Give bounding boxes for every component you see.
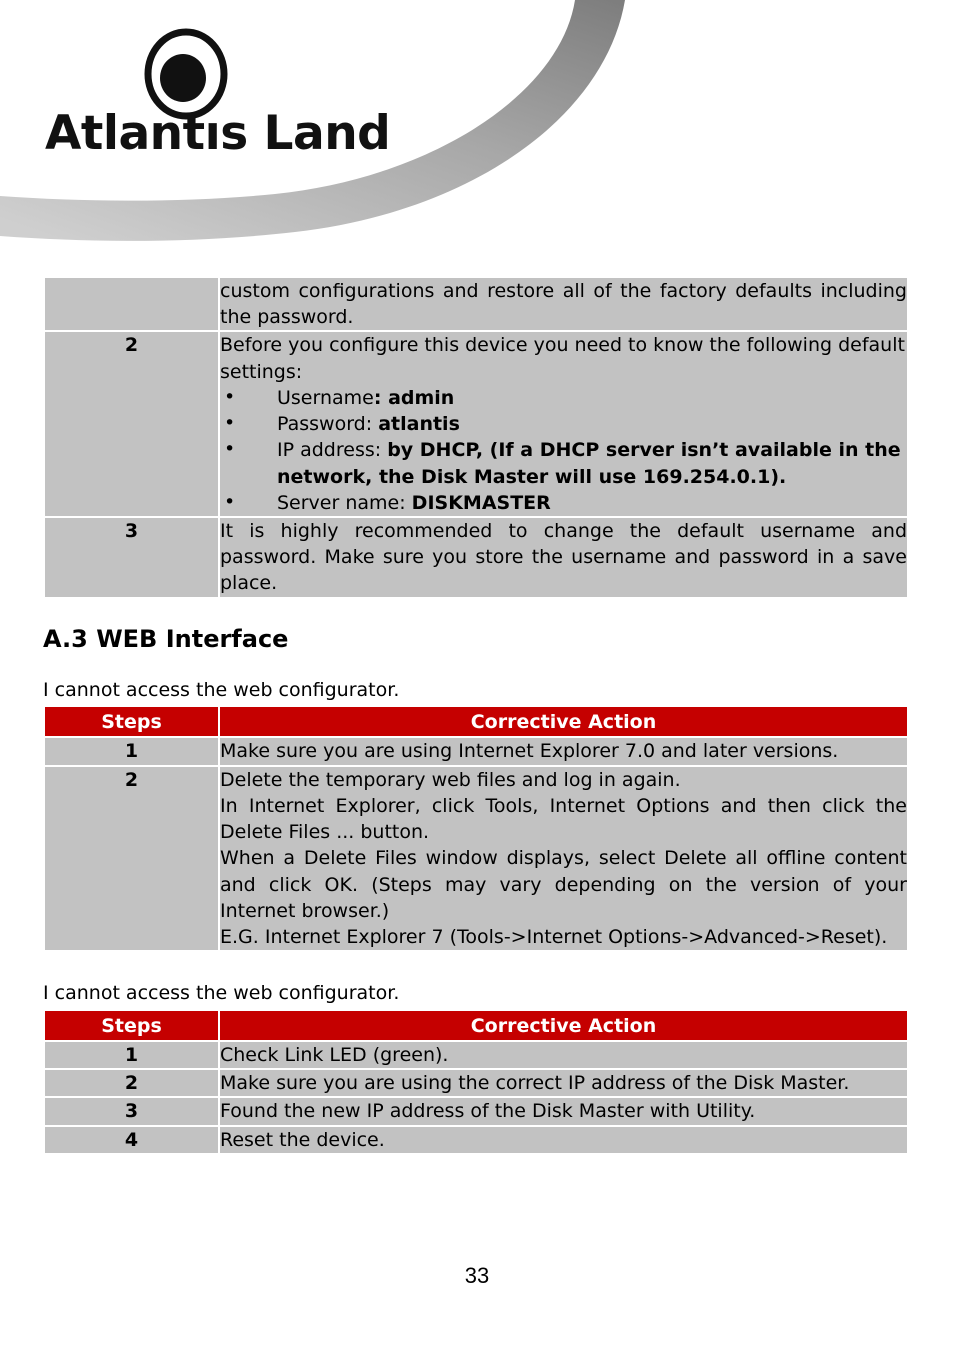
table-row: 1 Make sure you are using Internet Explo… xyxy=(43,736,909,767)
table-row: 2 Delete the temporary web files and log… xyxy=(43,764,909,953)
step-number-cell: 2 xyxy=(43,764,220,953)
step-line: When a Delete Files window displays, sel… xyxy=(220,847,907,922)
step-number-cell: 1 xyxy=(43,736,220,767)
step-text-cell: Make sure you are using Internet Explore… xyxy=(218,736,909,767)
bullet-value: admin xyxy=(388,386,455,409)
default-settings-bullets: Username: admin Password: atlantis IP ad… xyxy=(220,384,907,516)
step-number-cell: 3 xyxy=(43,515,220,599)
step-number-cell: 4 xyxy=(43,1124,220,1155)
table-header-row: Steps Corrective Action xyxy=(43,705,909,739)
bullet-value: DISKMASTER xyxy=(411,491,551,514)
list-item: Password: atlantis xyxy=(220,410,907,437)
default-settings-intro: Before you configure this device you nee… xyxy=(220,334,905,383)
column-header-corrective-action: Corrective Action xyxy=(218,705,909,739)
table-row: 1 Check Link LED (green). xyxy=(43,1039,909,1071)
block-two-intro: I cannot access the web configurator. xyxy=(43,982,400,1005)
bullet-label: Password: xyxy=(277,413,379,436)
bullet-separator: : xyxy=(373,386,389,409)
step-text-cell: Before you configure this device you nee… xyxy=(218,330,909,518)
table-row: 3 It is highly recommended to change the… xyxy=(43,515,909,599)
page-section-heading: A.3 WEB Interface xyxy=(43,624,289,653)
step-text-cell: Reset the device. xyxy=(218,1124,909,1155)
table-row: 2 Make sure you are using the correct IP… xyxy=(43,1068,909,1099)
step-text-cell: Make sure you are using the correct IP a… xyxy=(218,1068,909,1099)
bullet-label: Username xyxy=(277,386,374,409)
list-item: IP address: by DHCP, (If a DHCP server i… xyxy=(220,436,907,489)
block-one-intro: I cannot access the web configurator. xyxy=(43,678,400,701)
column-header-steps: Steps xyxy=(43,705,220,739)
step-text-cell: It is highly recommended to change the d… xyxy=(218,515,909,599)
table-row: 4 Reset the device. xyxy=(43,1124,909,1155)
step-text-cell: Check Link LED (green). xyxy=(218,1039,909,1071)
step-number-cell xyxy=(43,275,220,333)
step-number-cell: 2 xyxy=(43,1068,220,1099)
web-interface-troubleshoot-table-1: Steps Corrective Action 1 Make sure you … xyxy=(43,705,909,953)
list-item: Username: admin xyxy=(220,384,907,411)
step-line: In Internet Explorer, click Tools, Inter… xyxy=(220,794,907,844)
bullet-label: IP address: xyxy=(277,439,388,462)
web-interface-troubleshoot-table-2: Steps Corrective Action 1 Check Link LED… xyxy=(43,1008,909,1155)
step-line: E.G. Internet Explorer 7 (Tools->Interne… xyxy=(220,925,888,948)
step-number-cell: 3 xyxy=(43,1096,220,1127)
column-header-steps: Steps xyxy=(43,1008,220,1042)
table-row: 3 Found the new IP address of the Disk M… xyxy=(43,1096,909,1127)
column-header-corrective-action: Corrective Action xyxy=(218,1008,909,1042)
page-content: custom configurations and restore all of… xyxy=(0,0,954,1155)
table-row: custom configurations and restore all of… xyxy=(43,275,909,333)
step-text-cell: Delete the temporary web files and log i… xyxy=(218,764,909,953)
list-item: Server name: DISKMASTER xyxy=(220,489,907,516)
step-text-cell: Found the new IP address of the Disk Mas… xyxy=(218,1096,909,1127)
step-number-cell: 1 xyxy=(43,1039,220,1071)
default-settings-table: custom configurations and restore all of… xyxy=(43,275,909,599)
table-row: 2 Before you configure this device you n… xyxy=(43,330,909,518)
table-header-row: Steps Corrective Action xyxy=(43,1008,909,1042)
bullet-label: Server name: xyxy=(277,491,412,514)
page-number: 33 xyxy=(464,1263,490,1288)
step-number-cell: 2 xyxy=(43,330,220,518)
step-line: Delete the temporary web files and log i… xyxy=(220,768,681,791)
bullet-value: atlantis xyxy=(378,413,460,436)
step-text-cell: custom configurations and restore all of… xyxy=(218,275,909,333)
